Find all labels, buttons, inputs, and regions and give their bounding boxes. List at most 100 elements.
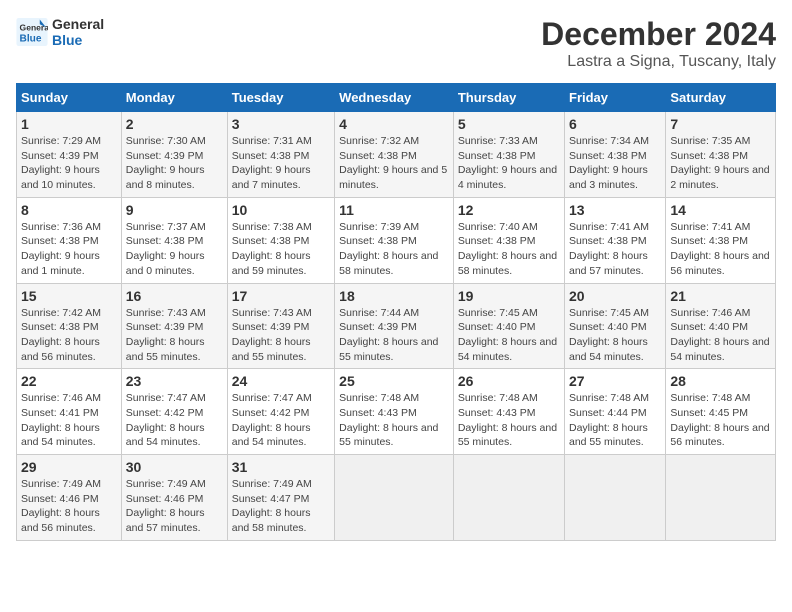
day-cell: 24 Sunrise: 7:47 AMSunset: 4:42 PMDaylig…	[227, 369, 334, 455]
day-number: 24	[232, 373, 330, 389]
title-area: December 2024 Lastra a Signa, Tuscany, I…	[541, 16, 776, 71]
day-detail: Sunrise: 7:41 AMSunset: 4:38 PMDaylight:…	[569, 221, 649, 277]
day-detail: Sunrise: 7:48 AMSunset: 4:43 PMDaylight:…	[458, 392, 557, 448]
day-detail: Sunrise: 7:44 AMSunset: 4:39 PMDaylight:…	[339, 307, 438, 363]
day-number: 19	[458, 288, 560, 304]
day-number: 17	[232, 288, 330, 304]
day-detail: Sunrise: 7:36 AMSunset: 4:38 PMDaylight:…	[21, 221, 101, 277]
day-detail: Sunrise: 7:48 AMSunset: 4:43 PMDaylight:…	[339, 392, 438, 448]
day-number: 9	[126, 202, 223, 218]
logo: General Blue General Blue	[16, 16, 104, 48]
day-number: 18	[339, 288, 449, 304]
day-number: 26	[458, 373, 560, 389]
day-number: 29	[21, 459, 117, 475]
day-detail: Sunrise: 7:41 AMSunset: 4:38 PMDaylight:…	[670, 221, 769, 277]
day-cell: 18 Sunrise: 7:44 AMSunset: 4:39 PMDaylig…	[335, 283, 454, 369]
day-detail: Sunrise: 7:32 AMSunset: 4:38 PMDaylight:…	[339, 135, 447, 191]
day-number: 30	[126, 459, 223, 475]
week-row-1: 1 Sunrise: 7:29 AMSunset: 4:39 PMDayligh…	[17, 112, 776, 198]
day-number: 25	[339, 373, 449, 389]
day-number: 31	[232, 459, 330, 475]
day-number: 15	[21, 288, 117, 304]
svg-text:Blue: Blue	[20, 33, 42, 44]
logo-text-blue: Blue	[52, 32, 104, 48]
day-detail: Sunrise: 7:48 AMSunset: 4:45 PMDaylight:…	[670, 392, 769, 448]
day-cell: 27 Sunrise: 7:48 AMSunset: 4:44 PMDaylig…	[565, 369, 666, 455]
day-number: 27	[569, 373, 661, 389]
day-cell: 7 Sunrise: 7:35 AMSunset: 4:38 PMDayligh…	[666, 112, 776, 198]
day-number: 11	[339, 202, 449, 218]
day-number: 3	[232, 116, 330, 132]
day-number: 22	[21, 373, 117, 389]
day-cell: 3 Sunrise: 7:31 AMSunset: 4:38 PMDayligh…	[227, 112, 334, 198]
day-number: 1	[21, 116, 117, 132]
calendar-table: SundayMondayTuesdayWednesdayThursdayFrid…	[16, 83, 776, 541]
day-cell	[666, 455, 776, 541]
day-cell: 26 Sunrise: 7:48 AMSunset: 4:43 PMDaylig…	[453, 369, 564, 455]
day-cell: 25 Sunrise: 7:48 AMSunset: 4:43 PMDaylig…	[335, 369, 454, 455]
day-cell: 13 Sunrise: 7:41 AMSunset: 4:38 PMDaylig…	[565, 197, 666, 283]
day-detail: Sunrise: 7:39 AMSunset: 4:38 PMDaylight:…	[339, 221, 438, 277]
header-cell-tuesday: Tuesday	[227, 84, 334, 112]
day-detail: Sunrise: 7:37 AMSunset: 4:38 PMDaylight:…	[126, 221, 206, 277]
logo-icon: General Blue	[16, 18, 48, 46]
week-row-3: 15 Sunrise: 7:42 AMSunset: 4:38 PMDaylig…	[17, 283, 776, 369]
day-detail: Sunrise: 7:49 AMSunset: 4:46 PMDaylight:…	[21, 478, 101, 534]
day-number: 5	[458, 116, 560, 132]
header: General Blue General Blue December 2024 …	[16, 16, 776, 71]
svg-text:General: General	[20, 22, 48, 32]
day-number: 12	[458, 202, 560, 218]
day-cell: 9 Sunrise: 7:37 AMSunset: 4:38 PMDayligh…	[121, 197, 227, 283]
day-cell: 22 Sunrise: 7:46 AMSunset: 4:41 PMDaylig…	[17, 369, 122, 455]
header-cell-monday: Monday	[121, 84, 227, 112]
day-detail: Sunrise: 7:46 AMSunset: 4:41 PMDaylight:…	[21, 392, 101, 448]
day-number: 7	[670, 116, 771, 132]
header-cell-wednesday: Wednesday	[335, 84, 454, 112]
week-row-5: 29 Sunrise: 7:49 AMSunset: 4:46 PMDaylig…	[17, 455, 776, 541]
day-detail: Sunrise: 7:30 AMSunset: 4:39 PMDaylight:…	[126, 135, 206, 191]
day-detail: Sunrise: 7:47 AMSunset: 4:42 PMDaylight:…	[126, 392, 206, 448]
day-cell: 28 Sunrise: 7:48 AMSunset: 4:45 PMDaylig…	[666, 369, 776, 455]
day-cell: 10 Sunrise: 7:38 AMSunset: 4:38 PMDaylig…	[227, 197, 334, 283]
day-detail: Sunrise: 7:42 AMSunset: 4:38 PMDaylight:…	[21, 307, 101, 363]
day-detail: Sunrise: 7:29 AMSunset: 4:39 PMDaylight:…	[21, 135, 101, 191]
day-cell: 5 Sunrise: 7:33 AMSunset: 4:38 PMDayligh…	[453, 112, 564, 198]
calendar-body: 1 Sunrise: 7:29 AMSunset: 4:39 PMDayligh…	[17, 112, 776, 541]
day-cell: 8 Sunrise: 7:36 AMSunset: 4:38 PMDayligh…	[17, 197, 122, 283]
day-cell: 30 Sunrise: 7:49 AMSunset: 4:46 PMDaylig…	[121, 455, 227, 541]
day-cell: 17 Sunrise: 7:43 AMSunset: 4:39 PMDaylig…	[227, 283, 334, 369]
day-number: 2	[126, 116, 223, 132]
day-detail: Sunrise: 7:45 AMSunset: 4:40 PMDaylight:…	[569, 307, 649, 363]
day-detail: Sunrise: 7:45 AMSunset: 4:40 PMDaylight:…	[458, 307, 557, 363]
week-row-2: 8 Sunrise: 7:36 AMSunset: 4:38 PMDayligh…	[17, 197, 776, 283]
day-number: 21	[670, 288, 771, 304]
day-detail: Sunrise: 7:49 AMSunset: 4:47 PMDaylight:…	[232, 478, 312, 534]
day-detail: Sunrise: 7:47 AMSunset: 4:42 PMDaylight:…	[232, 392, 312, 448]
day-cell: 15 Sunrise: 7:42 AMSunset: 4:38 PMDaylig…	[17, 283, 122, 369]
day-number: 20	[569, 288, 661, 304]
header-cell-friday: Friday	[565, 84, 666, 112]
day-detail: Sunrise: 7:43 AMSunset: 4:39 PMDaylight:…	[126, 307, 206, 363]
day-number: 6	[569, 116, 661, 132]
header-cell-thursday: Thursday	[453, 84, 564, 112]
day-detail: Sunrise: 7:34 AMSunset: 4:38 PMDaylight:…	[569, 135, 649, 191]
day-cell: 23 Sunrise: 7:47 AMSunset: 4:42 PMDaylig…	[121, 369, 227, 455]
header-cell-sunday: Sunday	[17, 84, 122, 112]
page-title: December 2024	[541, 16, 776, 53]
day-detail: Sunrise: 7:33 AMSunset: 4:38 PMDaylight:…	[458, 135, 557, 191]
day-cell: 12 Sunrise: 7:40 AMSunset: 4:38 PMDaylig…	[453, 197, 564, 283]
day-cell	[565, 455, 666, 541]
day-cell: 19 Sunrise: 7:45 AMSunset: 4:40 PMDaylig…	[453, 283, 564, 369]
day-cell: 20 Sunrise: 7:45 AMSunset: 4:40 PMDaylig…	[565, 283, 666, 369]
header-cell-saturday: Saturday	[666, 84, 776, 112]
day-number: 28	[670, 373, 771, 389]
day-cell: 16 Sunrise: 7:43 AMSunset: 4:39 PMDaylig…	[121, 283, 227, 369]
day-cell: 1 Sunrise: 7:29 AMSunset: 4:39 PMDayligh…	[17, 112, 122, 198]
day-number: 13	[569, 202, 661, 218]
day-cell: 2 Sunrise: 7:30 AMSunset: 4:39 PMDayligh…	[121, 112, 227, 198]
calendar-header-row: SundayMondayTuesdayWednesdayThursdayFrid…	[17, 84, 776, 112]
day-detail: Sunrise: 7:40 AMSunset: 4:38 PMDaylight:…	[458, 221, 557, 277]
day-number: 14	[670, 202, 771, 218]
day-cell	[335, 455, 454, 541]
day-detail: Sunrise: 7:48 AMSunset: 4:44 PMDaylight:…	[569, 392, 649, 448]
